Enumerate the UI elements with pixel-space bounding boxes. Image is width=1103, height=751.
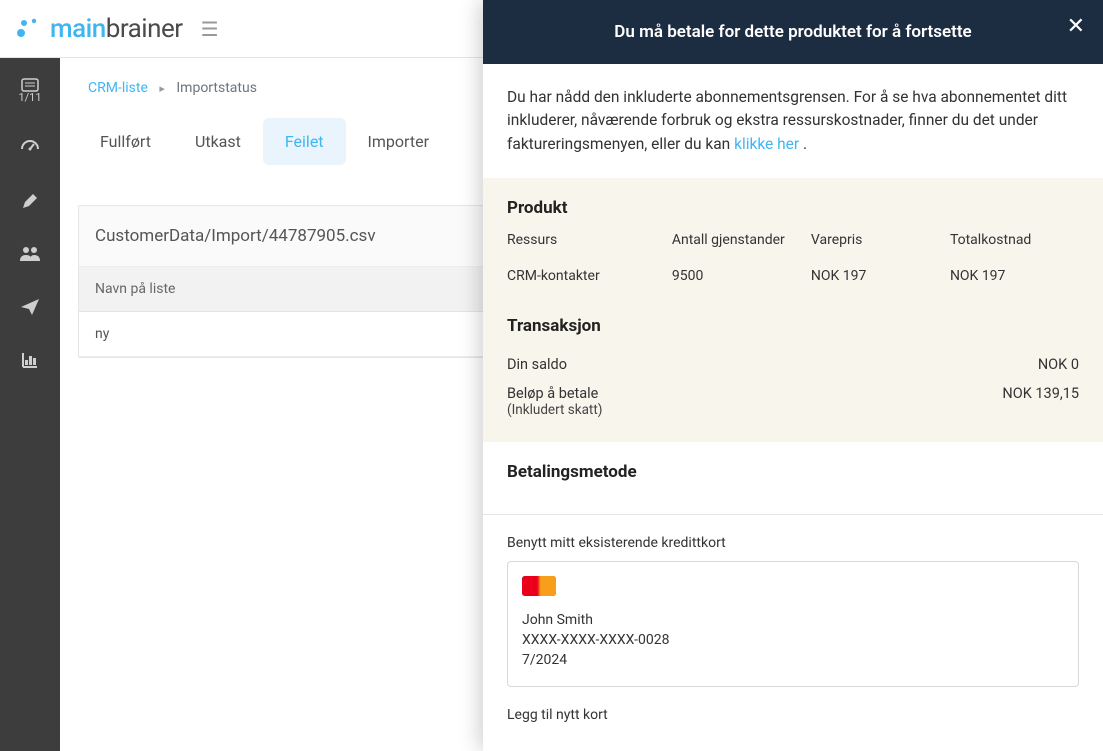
modal-body: Du har nådd den inkluderte abonnementsgr… xyxy=(483,64,1103,751)
modal-title: Du må betale for dette produktet for å f… xyxy=(614,22,971,42)
pay-value: NOK 139,15 xyxy=(1002,385,1079,418)
card-holder: John Smith xyxy=(522,612,1064,628)
balance-label: Din saldo xyxy=(507,356,567,373)
sidebar: 1/11 xyxy=(0,58,60,751)
edit-icon[interactable] xyxy=(0,189,60,210)
intro-link[interactable]: klikke her xyxy=(734,135,799,153)
modal-intro: Du har nådd den inkluderte abonnementsgr… xyxy=(483,64,1103,178)
mastercard-icon xyxy=(522,576,556,596)
col-unit-price: Varepris xyxy=(811,232,940,256)
close-icon[interactable]: ✕ xyxy=(1067,16,1085,38)
logo: mainbrainer xyxy=(16,14,183,44)
val-resource: CRM-kontakter xyxy=(507,262,662,290)
col-resource: Ressurs xyxy=(507,232,662,256)
sidebar-progress-text: 1/11 xyxy=(0,92,60,104)
pay-label-wrap: Beløp å betale (Inkludert skatt) xyxy=(507,385,602,418)
tab-failed[interactable]: Feilet xyxy=(263,118,346,165)
cell-list-name: ny xyxy=(79,312,488,357)
payment-method-section: Betalingsmetode xyxy=(483,442,1103,514)
chart-icon[interactable] xyxy=(0,348,60,369)
pay-label: Beløp å betale xyxy=(507,385,598,402)
tab-draft[interactable]: Utkast xyxy=(173,118,263,165)
logo-text-a: main xyxy=(50,14,106,44)
breadcrumb-sep-icon: ▸ xyxy=(159,82,165,95)
transaction-heading: Transaksjon xyxy=(507,308,1079,336)
col-total: Totalkostnad xyxy=(950,232,1079,256)
card-expiry: 7/2024 xyxy=(522,652,1064,668)
modal-header: Du må betale for dette produktet for å f… xyxy=(483,0,1103,64)
val-quantity: 9500 xyxy=(672,262,801,290)
dashboard-icon[interactable] xyxy=(0,136,60,157)
logo-text-b: brainer xyxy=(106,14,183,44)
product-heading: Produkt xyxy=(507,190,1079,218)
pay-sub: (Inkludert skatt) xyxy=(507,402,602,418)
product-grid: Ressurs Antall gjenstander Varepris Tota… xyxy=(507,232,1079,290)
balance-value: NOK 0 xyxy=(1038,356,1079,373)
balance-row: Din saldo NOK 0 xyxy=(507,350,1079,379)
val-total: NOK 197 xyxy=(950,262,1079,290)
pay-row: Beløp å betale (Inkludert skatt) NOK 139… xyxy=(507,379,1079,424)
product-section: Produkt Ressurs Antall gjenstander Varep… xyxy=(483,178,1103,308)
users-icon[interactable] xyxy=(0,242,60,263)
send-icon[interactable] xyxy=(0,295,60,316)
menu-toggle-icon[interactable]: ☰ xyxy=(201,17,219,41)
intro-after: . xyxy=(799,135,807,153)
sidebar-progress[interactable]: 1/11 xyxy=(0,78,60,104)
breadcrumb-crm-list[interactable]: CRM-liste xyxy=(88,80,148,96)
logo-dots-icon xyxy=(16,17,44,41)
existing-card-label: Benytt mitt eksisterende kredittkort xyxy=(507,535,1079,551)
breadcrumb-current: Importstatus xyxy=(176,80,257,96)
tab-import[interactable]: Importer xyxy=(346,118,451,165)
payment-heading: Betalingsmetode xyxy=(507,454,1079,482)
add-new-card-label: Legg til nytt kort xyxy=(507,707,1079,723)
transaction-section: Transaksjon Din saldo NOK 0 Beløp å beta… xyxy=(483,308,1103,442)
col-list-name: Navn på liste xyxy=(79,267,488,312)
tab-completed[interactable]: Fullført xyxy=(78,118,173,165)
payment-modal: Du må betale for dette produktet for å f… xyxy=(483,0,1103,751)
existing-card[interactable]: John Smith XXXX-XXXX-XXXX-0028 7/2024 xyxy=(507,561,1079,687)
col-quantity: Antall gjenstander xyxy=(672,232,801,256)
existing-card-section: Benytt mitt eksisterende kredittkort Joh… xyxy=(483,515,1103,751)
card-number: XXXX-XXXX-XXXX-0028 xyxy=(522,632,1064,648)
val-unit-price: NOK 197 xyxy=(811,262,940,290)
